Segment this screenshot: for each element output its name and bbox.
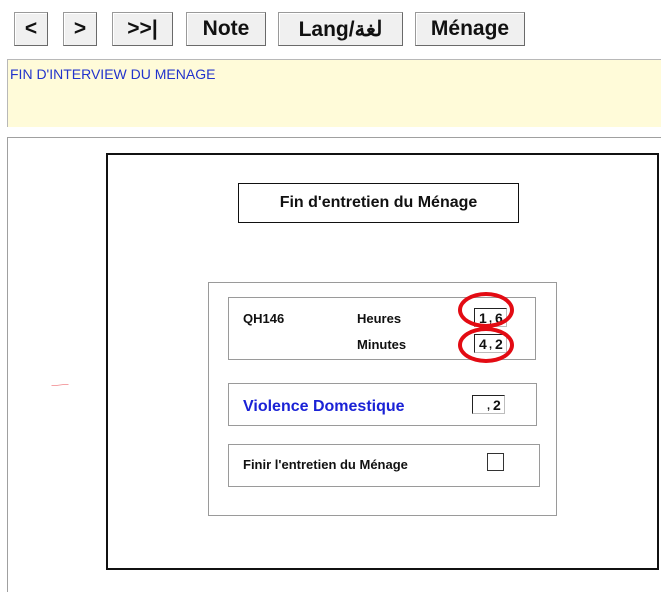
question-id: QH146 bbox=[243, 311, 285, 326]
household-button[interactable]: Ménage bbox=[415, 12, 525, 46]
question-banner: FIN D'INTERVIEW DU MENAGE bbox=[7, 59, 661, 127]
language-button[interactable]: Lang/لغة bbox=[278, 12, 403, 46]
form-title: Fin d'entretien du Ménage bbox=[238, 183, 519, 223]
next-button[interactable]: > bbox=[63, 12, 97, 46]
hours-highlight-circle bbox=[458, 292, 514, 328]
violence-label: Violence Domestique bbox=[243, 398, 405, 415]
violence-digit: 2 bbox=[493, 397, 501, 413]
red-mark-line bbox=[51, 384, 69, 386]
finish-label: Finir l'entretien du Ménage bbox=[243, 457, 408, 472]
last-button[interactable]: >>| bbox=[112, 12, 173, 46]
banner-text: FIN D'INTERVIEW DU MENAGE bbox=[10, 66, 216, 82]
finish-checkbox[interactable] bbox=[487, 453, 504, 471]
violence-field[interactable]: , 2 bbox=[472, 395, 505, 414]
previous-button[interactable]: < bbox=[14, 12, 48, 46]
note-button[interactable]: Note bbox=[186, 12, 266, 46]
digit-separator: , bbox=[487, 400, 491, 412]
minutes-highlight-circle bbox=[458, 327, 514, 363]
minutes-label: Minutes bbox=[357, 337, 407, 352]
hours-label: Heures bbox=[357, 311, 402, 326]
